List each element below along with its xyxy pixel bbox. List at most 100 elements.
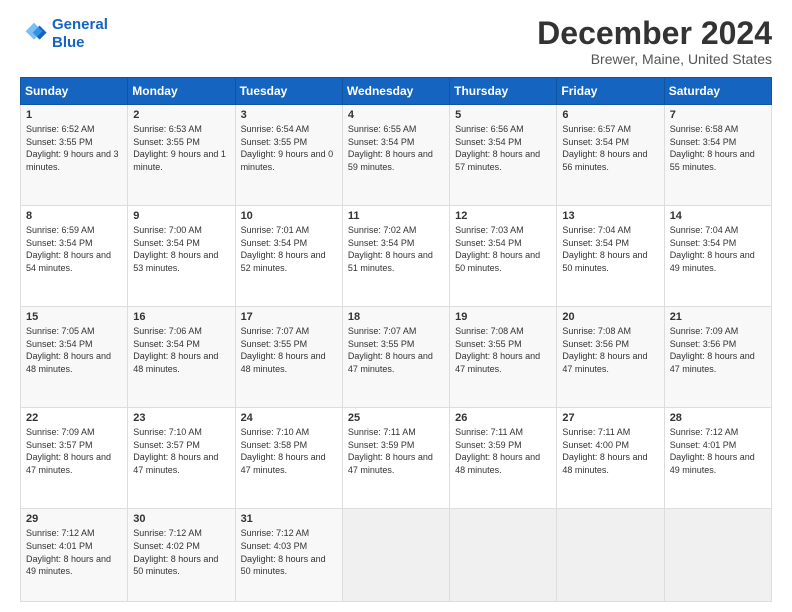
day-info: Sunrise: 6:54 AM Sunset: 3:55 PM Dayligh… bbox=[241, 123, 337, 173]
calendar-cell bbox=[664, 509, 771, 602]
day-header-thursday: Thursday bbox=[450, 78, 557, 105]
day-number: 22 bbox=[26, 412, 122, 424]
calendar-cell: 6 Sunrise: 6:57 AM Sunset: 3:54 PM Dayli… bbox=[557, 105, 664, 206]
day-number: 8 bbox=[26, 210, 122, 222]
day-number: 21 bbox=[670, 311, 766, 323]
day-number: 2 bbox=[133, 109, 229, 121]
calendar-cell: 2 Sunrise: 6:53 AM Sunset: 3:55 PM Dayli… bbox=[128, 105, 235, 206]
day-header-friday: Friday bbox=[557, 78, 664, 105]
calendar-cell: 27 Sunrise: 7:11 AM Sunset: 4:00 PM Dayl… bbox=[557, 408, 664, 509]
day-info: Sunrise: 7:10 AM Sunset: 3:57 PM Dayligh… bbox=[133, 426, 229, 476]
day-number: 28 bbox=[670, 412, 766, 424]
day-number: 7 bbox=[670, 109, 766, 121]
title-block: December 2024 Brewer, Maine, United Stat… bbox=[537, 16, 772, 67]
day-number: 29 bbox=[26, 513, 122, 525]
calendar-week-1: 1 Sunrise: 6:52 AM Sunset: 3:55 PM Dayli… bbox=[21, 105, 772, 206]
day-header-wednesday: Wednesday bbox=[342, 78, 449, 105]
day-info: Sunrise: 7:02 AM Sunset: 3:54 PM Dayligh… bbox=[348, 224, 444, 274]
day-number: 25 bbox=[348, 412, 444, 424]
day-info: Sunrise: 7:00 AM Sunset: 3:54 PM Dayligh… bbox=[133, 224, 229, 274]
day-number: 18 bbox=[348, 311, 444, 323]
calendar-week-5: 29 Sunrise: 7:12 AM Sunset: 4:01 PM Dayl… bbox=[21, 509, 772, 602]
calendar-cell: 26 Sunrise: 7:11 AM Sunset: 3:59 PM Dayl… bbox=[450, 408, 557, 509]
calendar-cell: 14 Sunrise: 7:04 AM Sunset: 3:54 PM Dayl… bbox=[664, 206, 771, 307]
main-title: December 2024 bbox=[537, 16, 772, 51]
day-number: 14 bbox=[670, 210, 766, 222]
day-info: Sunrise: 7:01 AM Sunset: 3:54 PM Dayligh… bbox=[241, 224, 337, 274]
day-info: Sunrise: 7:11 AM Sunset: 4:00 PM Dayligh… bbox=[562, 426, 658, 476]
day-info: Sunrise: 6:57 AM Sunset: 3:54 PM Dayligh… bbox=[562, 123, 658, 173]
day-info: Sunrise: 7:04 AM Sunset: 3:54 PM Dayligh… bbox=[670, 224, 766, 274]
day-header-tuesday: Tuesday bbox=[235, 78, 342, 105]
day-number: 10 bbox=[241, 210, 337, 222]
day-header-saturday: Saturday bbox=[664, 78, 771, 105]
calendar-cell: 30 Sunrise: 7:12 AM Sunset: 4:02 PM Dayl… bbox=[128, 509, 235, 602]
calendar-cell: 22 Sunrise: 7:09 AM Sunset: 3:57 PM Dayl… bbox=[21, 408, 128, 509]
day-info: Sunrise: 6:53 AM Sunset: 3:55 PM Dayligh… bbox=[133, 123, 229, 173]
calendar-cell: 11 Sunrise: 7:02 AM Sunset: 3:54 PM Dayl… bbox=[342, 206, 449, 307]
calendar-cell: 3 Sunrise: 6:54 AM Sunset: 3:55 PM Dayli… bbox=[235, 105, 342, 206]
day-info: Sunrise: 7:07 AM Sunset: 3:55 PM Dayligh… bbox=[348, 325, 444, 375]
calendar-cell: 23 Sunrise: 7:10 AM Sunset: 3:57 PM Dayl… bbox=[128, 408, 235, 509]
day-info: Sunrise: 7:12 AM Sunset: 4:02 PM Dayligh… bbox=[133, 527, 229, 577]
day-number: 3 bbox=[241, 109, 337, 121]
day-number: 30 bbox=[133, 513, 229, 525]
logo-line2: Blue bbox=[52, 34, 108, 52]
day-info: Sunrise: 6:55 AM Sunset: 3:54 PM Dayligh… bbox=[348, 123, 444, 173]
day-info: Sunrise: 7:09 AM Sunset: 3:57 PM Dayligh… bbox=[26, 426, 122, 476]
day-number: 11 bbox=[348, 210, 444, 222]
calendar-cell: 20 Sunrise: 7:08 AM Sunset: 3:56 PM Dayl… bbox=[557, 307, 664, 408]
logo: General Blue bbox=[20, 16, 108, 52]
calendar-cell bbox=[342, 509, 449, 602]
subtitle: Brewer, Maine, United States bbox=[537, 51, 772, 67]
calendar-cell: 16 Sunrise: 7:06 AM Sunset: 3:54 PM Dayl… bbox=[128, 307, 235, 408]
logo-text: General Blue bbox=[52, 16, 108, 52]
calendar-cell: 13 Sunrise: 7:04 AM Sunset: 3:54 PM Dayl… bbox=[557, 206, 664, 307]
day-info: Sunrise: 7:08 AM Sunset: 3:55 PM Dayligh… bbox=[455, 325, 551, 375]
day-number: 5 bbox=[455, 109, 551, 121]
calendar-cell: 5 Sunrise: 6:56 AM Sunset: 3:54 PM Dayli… bbox=[450, 105, 557, 206]
calendar-cell: 9 Sunrise: 7:00 AM Sunset: 3:54 PM Dayli… bbox=[128, 206, 235, 307]
day-number: 1 bbox=[26, 109, 122, 121]
calendar-cell: 17 Sunrise: 7:07 AM Sunset: 3:55 PM Dayl… bbox=[235, 307, 342, 408]
day-info: Sunrise: 7:11 AM Sunset: 3:59 PM Dayligh… bbox=[348, 426, 444, 476]
day-info: Sunrise: 7:07 AM Sunset: 3:55 PM Dayligh… bbox=[241, 325, 337, 375]
calendar-week-3: 15 Sunrise: 7:05 AM Sunset: 3:54 PM Dayl… bbox=[21, 307, 772, 408]
day-number: 27 bbox=[562, 412, 658, 424]
day-info: Sunrise: 7:04 AM Sunset: 3:54 PM Dayligh… bbox=[562, 224, 658, 274]
logo-icon bbox=[20, 20, 48, 48]
day-number: 12 bbox=[455, 210, 551, 222]
day-info: Sunrise: 6:59 AM Sunset: 3:54 PM Dayligh… bbox=[26, 224, 122, 274]
calendar-cell: 25 Sunrise: 7:11 AM Sunset: 3:59 PM Dayl… bbox=[342, 408, 449, 509]
calendar-cell: 24 Sunrise: 7:10 AM Sunset: 3:58 PM Dayl… bbox=[235, 408, 342, 509]
day-info: Sunrise: 7:11 AM Sunset: 3:59 PM Dayligh… bbox=[455, 426, 551, 476]
day-number: 13 bbox=[562, 210, 658, 222]
day-number: 23 bbox=[133, 412, 229, 424]
calendar-header-row: SundayMondayTuesdayWednesdayThursdayFrid… bbox=[21, 78, 772, 105]
day-info: Sunrise: 7:12 AM Sunset: 4:03 PM Dayligh… bbox=[241, 527, 337, 577]
day-number: 16 bbox=[133, 311, 229, 323]
day-header-monday: Monday bbox=[128, 78, 235, 105]
day-number: 24 bbox=[241, 412, 337, 424]
logo-line1: General bbox=[52, 16, 108, 33]
day-info: Sunrise: 7:12 AM Sunset: 4:01 PM Dayligh… bbox=[670, 426, 766, 476]
day-number: 9 bbox=[133, 210, 229, 222]
day-number: 20 bbox=[562, 311, 658, 323]
day-info: Sunrise: 7:03 AM Sunset: 3:54 PM Dayligh… bbox=[455, 224, 551, 274]
page: General Blue December 2024 Brewer, Maine… bbox=[0, 0, 792, 612]
calendar-cell: 4 Sunrise: 6:55 AM Sunset: 3:54 PM Dayli… bbox=[342, 105, 449, 206]
calendar-table: SundayMondayTuesdayWednesdayThursdayFrid… bbox=[20, 77, 772, 602]
day-info: Sunrise: 7:06 AM Sunset: 3:54 PM Dayligh… bbox=[133, 325, 229, 375]
day-info: Sunrise: 7:09 AM Sunset: 3:56 PM Dayligh… bbox=[670, 325, 766, 375]
day-info: Sunrise: 7:12 AM Sunset: 4:01 PM Dayligh… bbox=[26, 527, 122, 577]
day-info: Sunrise: 7:08 AM Sunset: 3:56 PM Dayligh… bbox=[562, 325, 658, 375]
calendar-cell: 8 Sunrise: 6:59 AM Sunset: 3:54 PM Dayli… bbox=[21, 206, 128, 307]
calendar-cell: 10 Sunrise: 7:01 AM Sunset: 3:54 PM Dayl… bbox=[235, 206, 342, 307]
day-number: 19 bbox=[455, 311, 551, 323]
day-number: 17 bbox=[241, 311, 337, 323]
day-info: Sunrise: 6:58 AM Sunset: 3:54 PM Dayligh… bbox=[670, 123, 766, 173]
day-number: 4 bbox=[348, 109, 444, 121]
calendar-cell: 15 Sunrise: 7:05 AM Sunset: 3:54 PM Dayl… bbox=[21, 307, 128, 408]
calendar-week-4: 22 Sunrise: 7:09 AM Sunset: 3:57 PM Dayl… bbox=[21, 408, 772, 509]
calendar-cell: 1 Sunrise: 6:52 AM Sunset: 3:55 PM Dayli… bbox=[21, 105, 128, 206]
